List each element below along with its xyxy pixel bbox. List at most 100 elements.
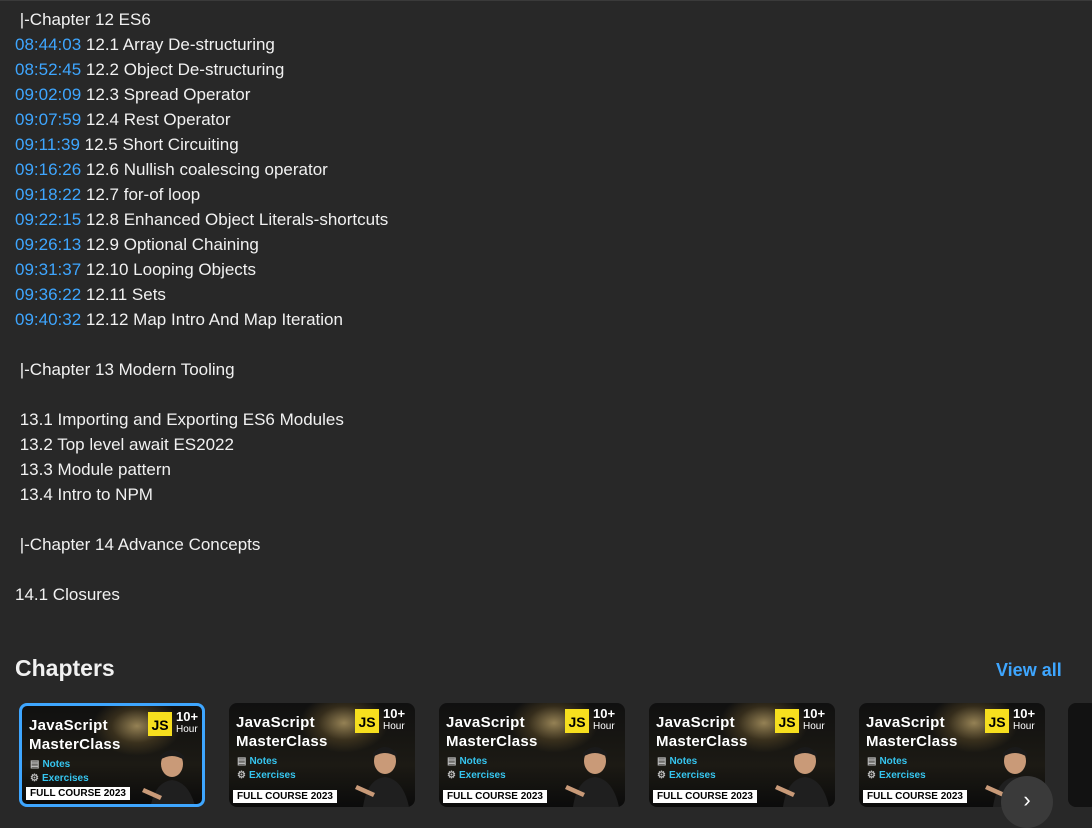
js-logo-icon: JS [148,712,172,736]
description-line: 09:16:26 12.6 Nullish coalescing operato… [15,157,388,182]
timestamp-link[interactable]: 08:52:45 [15,60,81,79]
hours-value: 10+ [803,706,826,721]
description-line: |-Chapter 14 Advance Concepts [15,532,388,557]
description-text: 12.9 Optional Chaining [81,235,259,254]
hours-unit: Hour [383,721,405,732]
full-course-banner: FULL COURSE 2023 [26,787,130,800]
instructor-image [355,747,409,807]
description-text: 12.10 Looping Objects [81,260,257,279]
chapter-thumbnail[interactable]: JavaScript MasterClass JS 10+ Hour ▤ Notes ⚙ Exe… [229,703,415,807]
timestamp-link[interactable]: 09:22:15 [15,210,81,229]
description-text: |-Chapter 14 Advance Concepts [15,535,261,554]
thumbnail-title: JavaScript MasterClass [656,713,748,751]
description-line: 09:11:39 12.5 Short Circuiting [15,132,388,157]
timestamp-link[interactable]: 08:44:03 [15,35,81,54]
hours-value: 10+ [593,706,616,721]
description-text: 12.11 Sets [81,285,166,304]
timestamp-link[interactable]: 09:26:13 [15,235,81,254]
description-line: 09:02:09 12.3 Spread Operator [15,82,388,107]
description-line: 09:22:15 12.8 Enhanced Object Literals-s… [15,207,388,232]
description-line: 13.4 Intro to NPM [15,482,388,507]
description-text: 12.5 Short Circuiting [79,135,239,154]
chapter-thumbnail-partial[interactable] [1068,703,1092,807]
gear-icon: ⚙ [237,770,246,781]
chapter-thumbnail[interactable]: JavaScript MasterClass JS 10+ Hour ▤ Notes ⚙ Exe… [649,703,835,807]
js-logo-icon: JS [985,709,1009,733]
full-course-banner: FULL COURSE 2023 [653,790,757,803]
description-line: 14.1 Closures [15,582,388,607]
thumbnail-title-line2: MasterClass [236,733,328,750]
description-text: 12.2 Object De-structuring [81,60,285,79]
timestamp-link[interactable]: 09:18:22 [15,185,81,204]
timestamp-link[interactable]: 09:16:26 [15,160,81,179]
view-all-link[interactable]: View all [996,660,1062,681]
thumbnail-title-line1: JavaScript [29,717,108,734]
description-text: 13.1 Importing and Exporting ES6 Modules [15,410,344,429]
thumbnail-title: JavaScript MasterClass [866,713,958,751]
full-course-banner: FULL COURSE 2023 [233,790,337,803]
js-logo-icon: JS [355,709,379,733]
exercises-label: Exercises [41,773,89,784]
description-line: 09:40:32 12.12 Map Intro And Map Iterati… [15,307,388,332]
description-line: 09:31:37 12.10 Looping Objects [15,257,388,282]
chapters-heading: Chapters [15,655,115,681]
description-line [15,332,388,357]
thumbnail-features: ▤ Notes ⚙ Exercises [657,755,716,783]
gear-icon: ⚙ [447,770,456,781]
js-logo-icon: JS [775,709,799,733]
thumbnail-features: ▤ Notes ⚙ Exercises [30,758,89,786]
js-logo-icon: JS [565,709,589,733]
instructor-image [775,747,829,807]
description-text: 12.1 Array De-structuring [81,35,275,54]
thumbnail-title-line1: JavaScript [236,714,315,731]
thumbnail-features: ▤ Notes ⚙ Exercises [447,755,506,783]
description-text: 12.3 Spread Operator [81,85,251,104]
description-text: 14.1 Closures [15,585,120,604]
description-line [15,382,388,407]
thumbnail-title-line2: MasterClass [29,736,121,753]
thumbnail-title-line2: MasterClass [656,733,748,750]
gear-icon: ⚙ [867,770,876,781]
book-icon: ▤ [447,756,457,767]
chevron-right-icon: › [1023,787,1031,812]
notes-label: Notes [459,756,488,767]
description-text: 13.4 Intro to NPM [15,485,153,504]
description-line: 13.1 Importing and Exporting ES6 Modules [15,407,388,432]
thumbnail-title-line2: MasterClass [446,733,538,750]
description-line: 09:36:22 12.11 Sets [15,282,388,307]
description-text: 12.6 Nullish coalescing operator [81,160,328,179]
description-text: 12.7 for-of loop [81,185,201,204]
timestamp-link[interactable]: 09:02:09 [15,85,81,104]
chapter-thumbnail[interactable]: JavaScript MasterClass JS 10+ Hour ▤ Notes ⚙ Exe… [19,703,205,807]
timestamp-link[interactable]: 09:11:39 [15,135,80,154]
hours-badge: 10+ Hour [803,707,825,733]
exercises-label: Exercises [458,770,506,781]
chapter-thumbnail[interactable]: JavaScript MasterClass JS 10+ Hour ▤ Notes ⚙ Exe… [439,703,625,807]
timestamp-link[interactable]: 09:31:37 [15,260,81,279]
instructor-image [142,750,195,804]
hours-badge: 10+ Hour [593,707,615,733]
description-line: 09:07:59 12.4 Rest Operator [15,107,388,132]
description-text: 12.8 Enhanced Object Literals-shortcuts [81,210,389,229]
exercises-label: Exercises [878,770,926,781]
thumbnail-title: JavaScript MasterClass [446,713,538,751]
thumbnail-title-line2: MasterClass [866,733,958,750]
timestamp-link[interactable]: 09:36:22 [15,285,81,304]
hours-badge: 10+ Hour [383,707,405,733]
thumbnail-features: ▤ Notes ⚙ Exercises [867,755,926,783]
thumbnail-title-line1: JavaScript [446,714,525,731]
hours-unit: Hour [1013,721,1035,732]
timestamp-link[interactable]: 09:40:32 [15,310,81,329]
full-course-banner: FULL COURSE 2023 [863,790,967,803]
book-icon: ▤ [237,756,247,767]
description-line: 08:44:03 12.1 Array De-structuring [15,32,388,57]
instructor-image [565,747,619,807]
carousel-next-button[interactable]: › [1001,776,1053,828]
timestamp-link[interactable]: 09:07:59 [15,110,81,129]
notes-label: Notes [669,756,698,767]
description-text: |-Chapter 13 Modern Tooling [15,360,235,379]
full-course-banner: FULL COURSE 2023 [443,790,547,803]
description-text: 13.3 Module pattern [15,460,171,479]
notes-label: Notes [249,756,278,767]
description-line [15,507,388,532]
